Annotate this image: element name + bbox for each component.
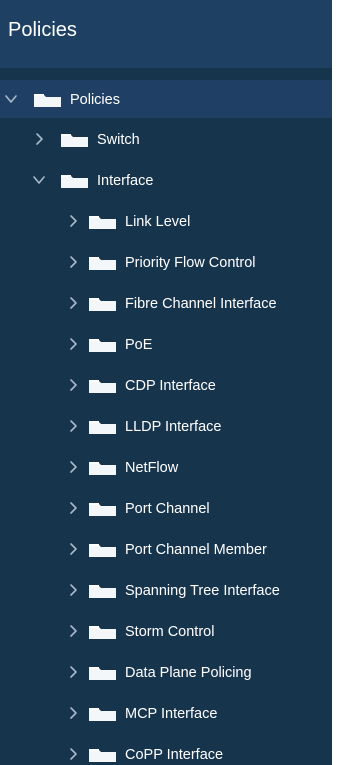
tree-item-mcp-interface[interactable]: MCP Interface: [0, 694, 332, 735]
policy-tree: Policies Switch Interface Link Level Pri…: [0, 80, 332, 765]
tree-item-lldp-interface[interactable]: LLDP Interface: [0, 407, 332, 448]
folder-icon: [88, 418, 117, 435]
tree-item-label: PoE: [125, 337, 153, 353]
folder-icon: [88, 541, 117, 558]
folder-icon: [88, 459, 117, 476]
tree-item-poe[interactable]: PoE: [0, 325, 332, 366]
tree-item-netflow[interactable]: NetFlow: [0, 448, 332, 489]
chevron-right-icon[interactable]: [66, 255, 80, 269]
page-title: Policies: [8, 19, 77, 41]
chevron-right-icon[interactable]: [66, 419, 80, 433]
folder-icon: [88, 500, 117, 517]
folder-icon: [60, 131, 89, 148]
tree-item-label: Policies: [70, 92, 120, 108]
chevron-right-icon[interactable]: [66, 501, 80, 515]
tree-item-label: CDP Interface: [125, 378, 216, 394]
folder-icon: [88, 582, 117, 599]
policies-sidebar: Policies Policies Switch Interface Link …: [0, 0, 332, 765]
tree-item-label: Interface: [97, 173, 154, 189]
tree-item-priority-flow-control[interactable]: Priority Flow Control: [0, 243, 332, 284]
chevron-right-icon[interactable]: [66, 624, 80, 638]
folder-icon: [88, 623, 117, 640]
folder-icon: [88, 377, 117, 394]
folder-icon: [88, 295, 117, 312]
folder-icon: [88, 213, 117, 230]
tree-item-fibre-channel-interface[interactable]: Fibre Channel Interface: [0, 284, 332, 325]
tree-item-label: Priority Flow Control: [125, 255, 256, 271]
tree-item-label: NetFlow: [125, 460, 179, 476]
chevron-right-icon[interactable]: [66, 747, 80, 761]
chevron-right-icon[interactable]: [66, 542, 80, 556]
tree-item-link-level[interactable]: Link Level: [0, 202, 332, 243]
tree-item-switch[interactable]: Switch: [0, 120, 332, 161]
tree-item-cdp-interface[interactable]: CDP Interface: [0, 366, 332, 407]
chevron-right-icon[interactable]: [66, 706, 80, 720]
chevron-right-icon[interactable]: [32, 132, 46, 146]
tree-item-label: Storm Control: [125, 624, 215, 640]
tree-item-copp-interface[interactable]: CoPP Interface: [0, 735, 332, 765]
folder-icon: [33, 91, 62, 108]
chevron-right-icon[interactable]: [66, 296, 80, 310]
folder-icon: [60, 172, 89, 189]
tree-item-label: Fibre Channel Interface: [125, 296, 277, 312]
tree-item-policies[interactable]: Policies: [0, 80, 332, 118]
folder-icon: [88, 746, 117, 763]
folder-icon: [88, 664, 117, 681]
chevron-right-icon[interactable]: [66, 337, 80, 351]
tree-item-spanning-tree-interface[interactable]: Spanning Tree Interface: [0, 571, 332, 612]
sidebar-header: Policies: [0, 0, 332, 68]
tree-item-label: MCP Interface: [125, 706, 218, 722]
tree-item-storm-control[interactable]: Storm Control: [0, 612, 332, 653]
folder-icon: [88, 705, 117, 722]
chevron-right-icon[interactable]: [66, 378, 80, 392]
folder-icon: [88, 336, 117, 353]
tree-item-label: Port Channel: [125, 501, 210, 517]
tree-item-label: CoPP Interface: [125, 747, 224, 763]
tree-item-label: Switch: [97, 132, 140, 148]
folder-icon: [88, 254, 117, 271]
tree-item-label: Link Level: [125, 214, 191, 230]
chevron-right-icon[interactable]: [66, 214, 80, 228]
tree-item-port-channel-member[interactable]: Port Channel Member: [0, 530, 332, 571]
policies-navigation-panel: Policies Policies Switch Interface Link …: [0, 0, 339, 765]
chevron-down-icon[interactable]: [4, 92, 18, 106]
tree-item-label: Port Channel Member: [125, 542, 267, 558]
chevron-right-icon[interactable]: [66, 583, 80, 597]
tree-item-data-plane-policing[interactable]: Data Plane Policing: [0, 653, 332, 694]
chevron-right-icon[interactable]: [66, 460, 80, 474]
tree-item-interface[interactable]: Interface: [0, 161, 332, 202]
chevron-down-icon[interactable]: [32, 173, 46, 187]
tree-item-port-channel[interactable]: Port Channel: [0, 489, 332, 530]
tree-item-label: Data Plane Policing: [125, 665, 252, 681]
tree-item-label: LLDP Interface: [125, 419, 222, 435]
tree-item-label: Spanning Tree Interface: [125, 583, 280, 599]
chevron-right-icon[interactable]: [66, 665, 80, 679]
